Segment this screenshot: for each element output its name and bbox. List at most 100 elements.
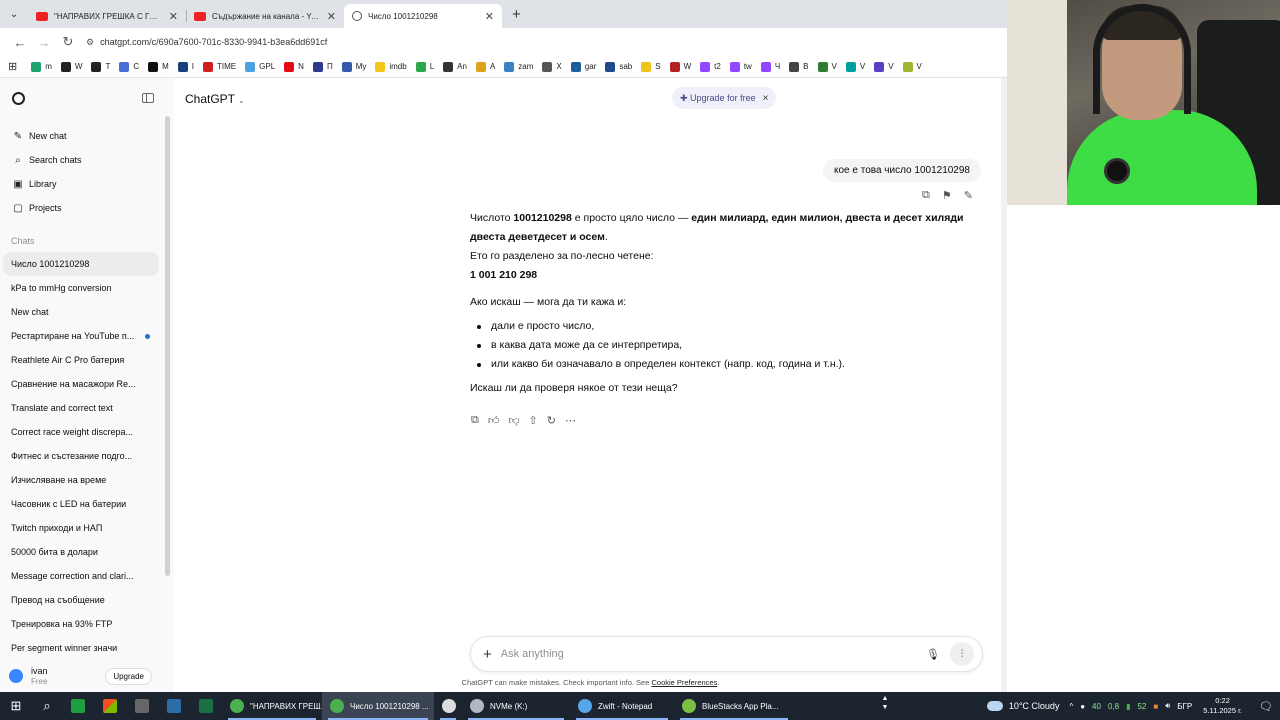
chat-item[interactable]: Рестартиране на YouTube п...	[3, 324, 159, 348]
voice-mode-icon[interactable]: ⫶	[950, 642, 974, 666]
more-icon[interactable]: ⋯	[565, 414, 576, 427]
taskbar-window[interactable]: Zwift - Notepad	[570, 692, 674, 720]
chat-item[interactable]: Translate and correct text	[3, 396, 159, 420]
language-indicator[interactable]: БГР	[1177, 702, 1192, 711]
regenerate-icon[interactable]: ↻	[547, 414, 556, 427]
sidebar-nav-item[interactable]: ✎ New chat	[0, 124, 174, 148]
bookmark-item[interactable]: t2	[700, 61, 721, 72]
main-scrollbar[interactable]	[1001, 78, 1007, 692]
user-menu[interactable]: ivan Free Upgrade	[0, 660, 174, 692]
tray-app-icon[interactable]: ●	[1080, 702, 1085, 711]
site-info-icon[interactable]: ⚙	[86, 37, 94, 48]
bookmark-item[interactable]: L	[415, 61, 434, 72]
taskbar-pinned-app[interactable]	[126, 692, 158, 720]
chat-item[interactable]: Per segment winner значи	[3, 636, 159, 660]
copy-icon[interactable]: ⧉	[922, 189, 930, 202]
chat-item[interactable]: Twitch приходи и НАП	[3, 516, 159, 540]
model-selector[interactable]: ChatGPT ⌄	[185, 92, 245, 106]
upgrade-button[interactable]: Upgrade	[105, 667, 152, 685]
sidebar-toggle-icon[interactable]	[142, 93, 154, 103]
sidebar-nav-item[interactable]: ⌕ Search chats	[0, 148, 174, 172]
close-icon[interactable]: ✕	[485, 10, 494, 23]
bookmark-item[interactable]: W	[669, 61, 691, 72]
bookmark-item[interactable]: An	[443, 61, 467, 72]
browser-tab-active[interactable]: Число 1001210298 ✕	[344, 4, 502, 28]
thumbs-up-icon[interactable]: 👍︎	[488, 414, 500, 427]
tab-search-chevron-icon[interactable]: ⌄	[4, 4, 24, 24]
taskbar-window[interactable]: NVMe (K:)	[462, 692, 570, 720]
bookmark-item[interactable]: zam	[504, 61, 533, 72]
bookmark-item[interactable]: V	[874, 61, 894, 72]
plus-icon[interactable]: +	[483, 646, 492, 663]
bookmark-item[interactable]: V	[817, 61, 837, 72]
bookmark-item[interactable]: gar	[570, 61, 596, 72]
browser-tab[interactable]: "НАПРАВИХ ГРЕШКА С ГЪМО... ✕	[28, 4, 186, 28]
bookmark-item[interactable]: sab	[605, 61, 632, 72]
taskbar-pinned-app[interactable]	[158, 692, 190, 720]
notifications-icon[interactable]: 🗨︎	[1252, 692, 1280, 720]
share-icon[interactable]: ⇧	[529, 414, 538, 427]
taskbar-window[interactable]: BlueStacks App Pla...	[674, 692, 794, 720]
sidebar-scrollbar[interactable]	[165, 116, 170, 576]
thumbs-down-icon[interactable]: 👎︎	[508, 414, 519, 427]
taskbar-pinned-app[interactable]	[62, 692, 94, 720]
upgrade-for-free-pill[interactable]: ✚ Upgrade for free ×	[672, 87, 777, 109]
flag-icon[interactable]: ⚑	[942, 189, 952, 202]
chat-item[interactable]: Фитнес и състезание подго...	[3, 444, 159, 468]
cookie-preferences-link[interactable]: Cookie Preferences	[651, 678, 717, 687]
close-icon[interactable]: ×	[763, 93, 769, 104]
chat-item[interactable]: Часовник с LED на батерии	[3, 492, 159, 516]
microphone-icon[interactable]: 🎙︎	[926, 648, 940, 661]
clock[interactable]: 0:22 5.11.2025 г.	[1203, 696, 1242, 716]
bookmark-item[interactable]: S	[641, 61, 661, 72]
reload-icon[interactable]: ↻	[56, 34, 80, 50]
chat-item[interactable]: Message correction and clari...	[3, 564, 159, 588]
copy-icon[interactable]: ⧉	[471, 414, 479, 427]
bookmark-item[interactable]: N	[284, 61, 304, 72]
apps-grid-icon[interactable]: ⊞	[8, 60, 17, 73]
chat-item[interactable]: kPa to mmHg conversion	[3, 276, 159, 300]
bookmark-item[interactable]: Ч	[760, 61, 780, 72]
bookmark-item[interactable]: I	[177, 61, 194, 72]
taskbar-window[interactable]	[434, 692, 462, 720]
taskbar-window[interactable]: Число 1001210298 ...	[322, 692, 434, 720]
browser-tab[interactable]: Съдържание на канала - YouT... ✕	[186, 4, 344, 28]
chat-item[interactable]: Reathlete Air C Pro батерия	[3, 348, 159, 372]
close-icon[interactable]: ✕	[327, 10, 336, 23]
bookmark-item[interactable]: TIME	[203, 61, 236, 72]
bookmark-item[interactable]: П	[312, 61, 333, 72]
close-icon[interactable]: ✕	[169, 10, 178, 23]
chat-item[interactable]: Сравнение на масажори Re...	[3, 372, 159, 396]
bookmark-item[interactable]: V	[845, 61, 865, 72]
chat-item[interactable]: Превод на съобщение	[3, 588, 159, 612]
bookmark-item[interactable]: T	[91, 61, 110, 72]
weather-widget[interactable]: 10°C Cloudy	[986, 701, 1059, 711]
bookmark-item[interactable]: tw	[729, 61, 752, 72]
bookmark-item[interactable]: My	[341, 61, 366, 72]
tray-expand-icon[interactable]: ^	[1069, 702, 1073, 711]
bookmark-item[interactable]: W	[60, 61, 82, 72]
taskbar-pinned-app[interactable]	[190, 692, 222, 720]
bookmark-item[interactable]: GPL	[245, 61, 275, 72]
taskbar-scroll-arrows-icon[interactable]: ▲ ▼	[880, 692, 890, 720]
chat-item[interactable]: Изчисляване на време	[3, 468, 159, 492]
chat-item-active[interactable]: Число 1001210298	[3, 252, 159, 276]
volume-icon[interactable]: 🔊︎	[1165, 701, 1170, 711]
tray-app-icon[interactable]: ■	[1153, 702, 1158, 711]
chat-item[interactable]: Тренировка на 93% FTP	[3, 612, 159, 636]
bookmark-item[interactable]: V	[902, 61, 922, 72]
openai-logo-icon[interactable]	[12, 91, 25, 105]
bookmark-item[interactable]: В	[789, 61, 809, 72]
taskbar-window[interactable]: "НАПРАВИХ ГРЕШ...	[222, 692, 322, 720]
url-field[interactable]: ⚙ chatgpt.com/c/690a7600-701c-8330-9941-…	[86, 37, 327, 48]
prompt-input[interactable]	[500, 648, 927, 660]
bookmark-item[interactable]: X	[542, 61, 562, 72]
bookmark-item[interactable]: m	[31, 61, 52, 72]
forward-arrow-icon[interactable]: →	[32, 35, 56, 50]
bookmark-item[interactable]: A	[475, 61, 495, 72]
taskbar-pinned-app[interactable]	[94, 692, 126, 720]
bookmark-item[interactable]: M	[148, 61, 169, 72]
chat-item[interactable]: Correct race weight discrepa...	[3, 420, 159, 444]
back-arrow-icon[interactable]: ←	[8, 35, 32, 50]
edit-icon[interactable]: ✎	[964, 189, 973, 202]
